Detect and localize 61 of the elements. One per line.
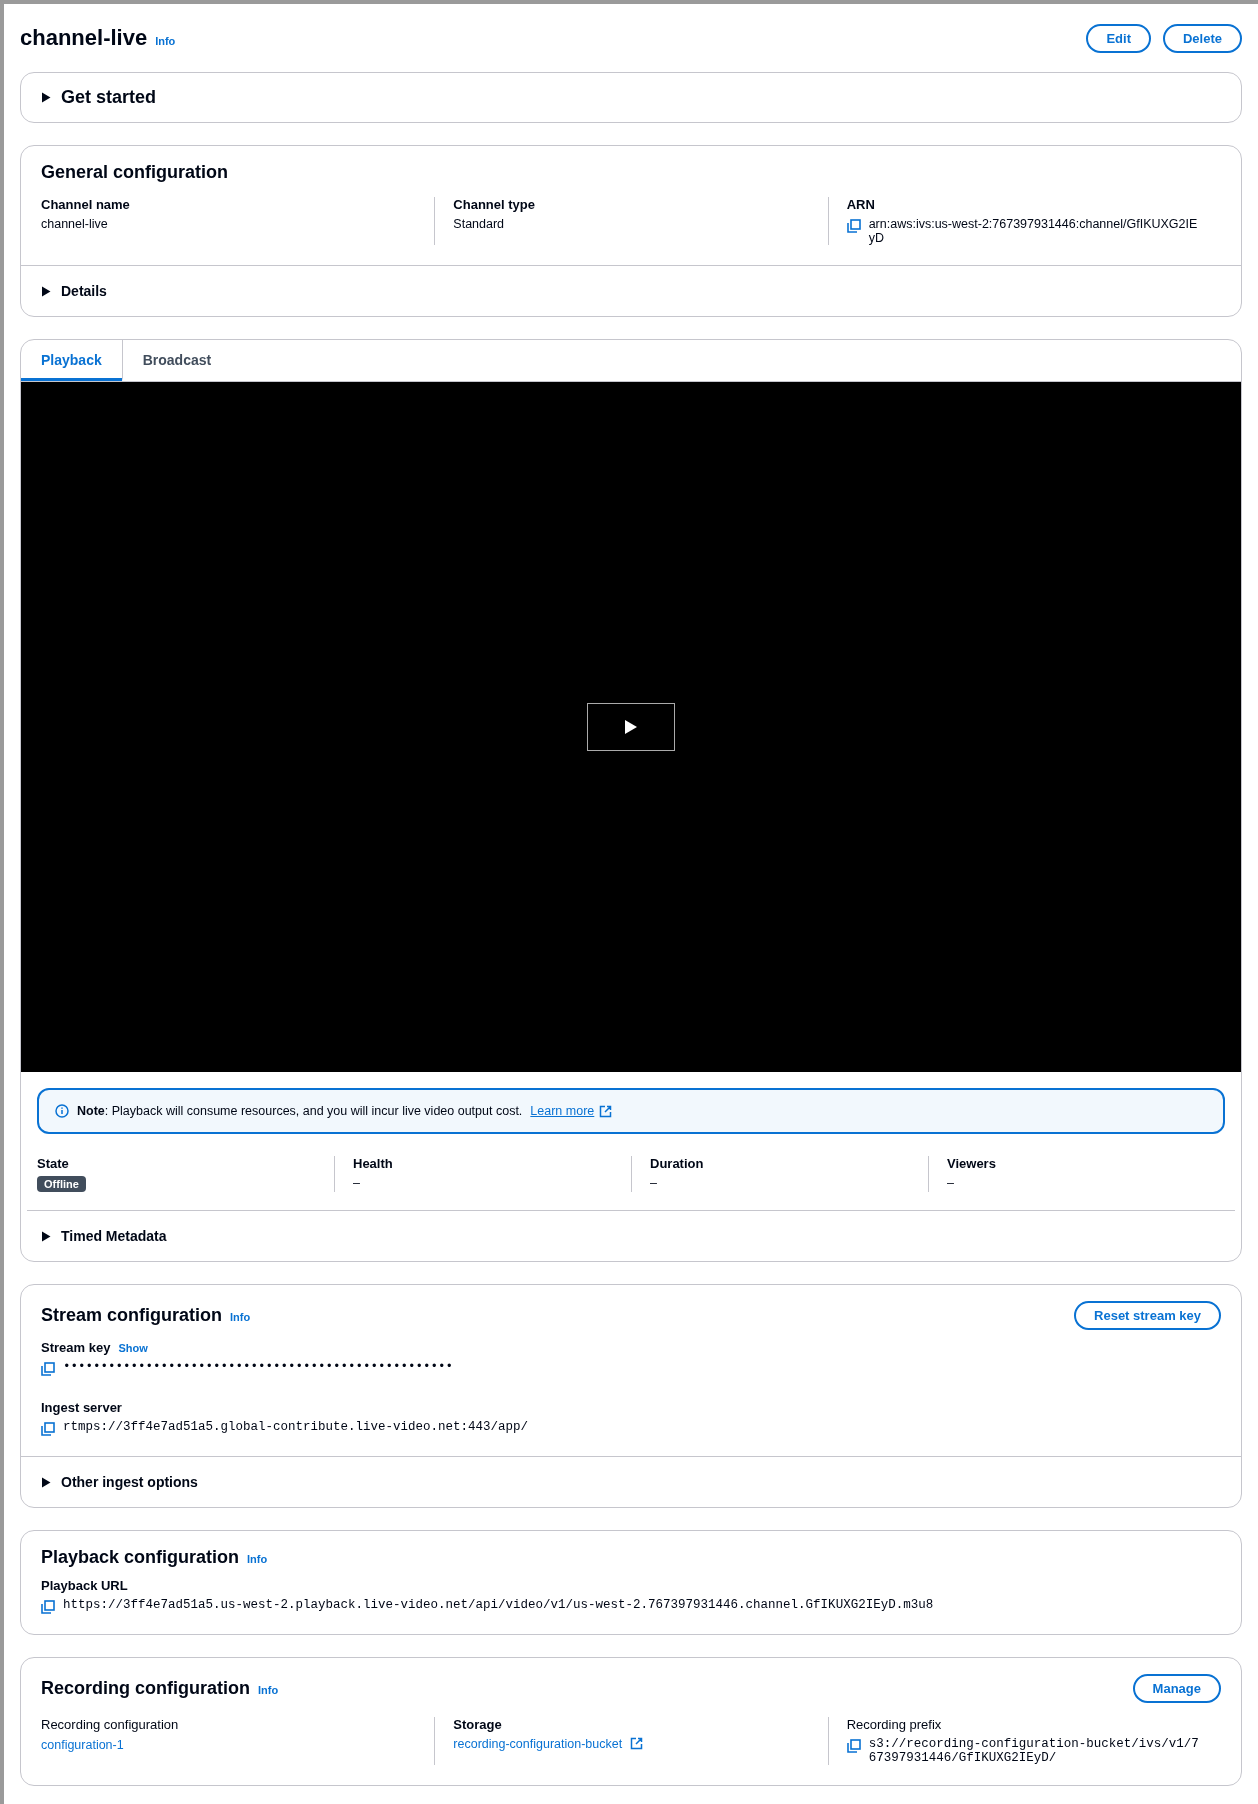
section-toggle[interactable]: Get started <box>61 87 157 108</box>
caret-icon[interactable] <box>41 1230 51 1242</box>
info-icon <box>55 1104 69 1118</box>
show-link[interactable]: Show <box>118 1342 148 1354</box>
field-value: s3://recording-configuration-bucket/ivs/v1/767397931446/GfIKUXG2IEyD/ <box>868 1737 1200 1765</box>
copy-icon[interactable] <box>846 1739 861 1753</box>
section-title: General configuration <box>41 162 229 183</box>
field-label: Channel type <box>453 197 535 212</box>
page-title: channel-live <box>20 25 148 50</box>
copy-icon[interactable] <box>41 1362 55 1376</box>
learn-more-link[interactable]: Learn more <box>530 1104 613 1118</box>
info-link[interactable]: Info <box>230 1311 251 1323</box>
stat-label: State <box>37 1156 69 1171</box>
external-link-icon[interactable] <box>599 1104 613 1118</box>
section-title: Playback configuration <box>41 1547 240 1568</box>
stat-label: Duration <box>650 1156 704 1171</box>
copy-icon[interactable] <box>41 1600 55 1614</box>
section-toggle[interactable]: Other ingest options <box>61 1474 198 1490</box>
field-label: Ingest server <box>41 1400 122 1415</box>
section-title: Recording configuration <box>41 1678 250 1699</box>
stat-label: Viewers <box>947 1156 996 1171</box>
info-link[interactable]: Info <box>247 1553 268 1565</box>
section-toggle[interactable]: Details <box>61 283 107 299</box>
header-button[interactable]: Edit <box>1086 23 1151 53</box>
config-link[interactable]: configuration-1 <box>41 1738 124 1752</box>
stat-value: – <box>353 1176 361 1190</box>
action-button[interactable]: Manage <box>1132 1674 1221 1703</box>
field-label: Stream key <box>41 1340 111 1355</box>
field-value: channel-live <box>41 217 109 231</box>
field-label: Channel name <box>41 197 130 212</box>
caret-icon[interactable] <box>41 285 51 297</box>
caret-icon[interactable] <box>41 1476 51 1488</box>
field-label: Recording prefix <box>846 1717 942 1732</box>
info-link[interactable]: Info <box>258 1684 279 1696</box>
stat-value: – <box>947 1176 955 1190</box>
play-icon <box>624 719 638 735</box>
action-button[interactable]: Reset stream key <box>1074 1301 1221 1330</box>
field-value: rtmps://3ff4e7ad51a5.global-contribute.live-video.net:443/app/ <box>63 1420 529 1434</box>
external-link-icon[interactable] <box>630 1737 644 1750</box>
bucket-link[interactable]: recording-configuration-bucket <box>453 1737 623 1751</box>
tab[interactable]: Broadcast <box>121 340 232 381</box>
copy-icon[interactable] <box>846 219 861 233</box>
field-value: Standard <box>453 217 506 231</box>
section-title: Stream configuration <box>41 1305 223 1326</box>
field-value: •••••••••••••••••••••••••••••••••••••••••••••••••••• <box>63 1360 454 1374</box>
field-label: ARN <box>846 197 875 212</box>
field-label: Storage <box>453 1717 502 1732</box>
caret-icon[interactable] <box>41 92 51 103</box>
field-value: https://3ff4e7ad51a5.us-west-2.playback.live-video.net/api/video/v1/us-west-2.767397931446.channel.GfIKUXG2IEyD.m3u8 <box>63 1598 934 1612</box>
section-toggle[interactable]: Timed Metadata <box>61 1228 167 1244</box>
field-value: arn:aws:ivs:us-west-2:767397931446:channel/GfIKUXG2IEyD <box>868 217 1199 245</box>
info-link[interactable]: Info <box>155 35 176 47</box>
note-text: Note: Playback will consume resources, and you will incur live video output cost. <box>77 1104 523 1118</box>
header-button[interactable]: Delete <box>1162 23 1242 53</box>
status-badge: Offline <box>37 1176 86 1192</box>
field-label: Recording configuration <box>41 1717 179 1732</box>
stat-value: – <box>650 1176 658 1190</box>
play-button[interactable] <box>587 703 675 751</box>
stat-label: Health <box>353 1156 393 1171</box>
copy-icon[interactable] <box>41 1422 55 1436</box>
field-label: Playback URL <box>41 1578 128 1593</box>
